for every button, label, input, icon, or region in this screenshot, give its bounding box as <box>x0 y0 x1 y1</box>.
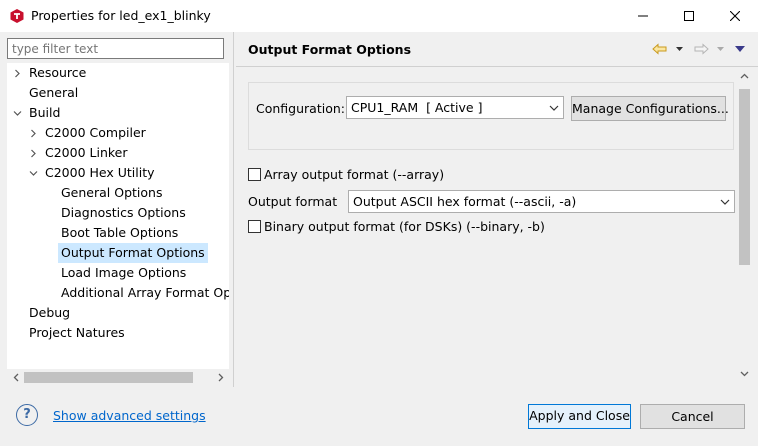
binary-output-label: Binary output format (for DSKs) (--binar… <box>264 219 545 234</box>
close-icon <box>730 11 740 21</box>
page-title: Output Format Options <box>248 42 412 57</box>
show-advanced-settings-link[interactable]: Show advanced settings <box>53 408 206 423</box>
tree-item-c2000-hex-utility[interactable]: C2000 Hex Utility <box>42 163 158 183</box>
chevron-right-icon[interactable] <box>27 123 39 143</box>
tree-item-debug[interactable]: Debug <box>26 303 73 323</box>
chevron-down-icon[interactable] <box>11 103 23 123</box>
tree-horizontal-scrollbar[interactable] <box>7 369 229 386</box>
output-format-select[interactable]: Output ASCII hex format (--ascii, -a) <box>348 190 735 213</box>
tree-item-output-format-options[interactable]: Output Format Options <box>58 243 208 263</box>
view-menu-icon[interactable] <box>735 41 745 57</box>
minimize-button[interactable] <box>620 0 666 32</box>
array-output-label: Array output format (--array) <box>264 167 445 182</box>
configuration-select[interactable]: CPU1_RAM [ Active ] <box>346 96 564 119</box>
tree-item-boot-table-options[interactable]: Boot Table Options <box>58 223 181 243</box>
scroll-down-icon[interactable] <box>736 365 753 382</box>
pane-divider[interactable] <box>233 32 234 387</box>
binary-output-option[interactable]: Binary output format (for DSKs) (--binar… <box>248 219 568 235</box>
title-bar: Properties for led_ex1_blinky <box>0 0 758 32</box>
forward-dropdown-icon[interactable] <box>717 41 724 57</box>
window-title: Properties for led_ex1_blinky <box>31 8 211 23</box>
chevron-down-icon <box>720 191 730 212</box>
array-output-checkbox[interactable] <box>248 168 261 181</box>
minimize-icon <box>638 15 648 17</box>
chevron-down-icon[interactable] <box>27 163 39 183</box>
back-dropdown-icon[interactable] <box>676 41 683 57</box>
maximize-button[interactable] <box>666 0 712 32</box>
forward-arrow-icon[interactable] <box>693 41 709 57</box>
maximize-icon <box>684 11 694 21</box>
manage-configurations-button[interactable]: Manage Configurations... <box>571 96 729 121</box>
property-tree: Resource General Build C2000 Compiler C2… <box>7 63 229 385</box>
array-output-option[interactable]: Array output format (--array) <box>248 167 448 183</box>
help-icon[interactable]: ? <box>16 404 38 426</box>
tree-item-resource[interactable]: Resource <box>26 63 89 83</box>
ti-chip-icon <box>10 9 24 23</box>
tree-item-general[interactable]: General <box>26 83 81 103</box>
output-format-label: Output format <box>248 194 338 209</box>
page-navigation <box>650 41 750 57</box>
tree-item-c2000-compiler[interactable]: C2000 Compiler <box>42 123 149 143</box>
configuration-label: Configuration: <box>256 101 345 116</box>
scroll-up-icon[interactable] <box>736 67 753 84</box>
tree-item-diagnostics-options[interactable]: Diagnostics Options <box>58 203 189 223</box>
tree-item-general-options[interactable]: General Options <box>58 183 165 203</box>
tree-item-project-natures[interactable]: Project Natures <box>26 323 128 343</box>
tree-item-build[interactable]: Build <box>26 103 63 123</box>
tree-item-c2000-linker[interactable]: C2000 Linker <box>42 143 131 163</box>
tree-item-load-image-options[interactable]: Load Image Options <box>58 263 189 283</box>
configuration-value: CPU1_RAM [ Active ] <box>351 100 483 115</box>
tree-item-additional-array-format[interactable]: Additional Array Format Opt <box>58 283 229 303</box>
chevron-down-icon <box>549 97 559 118</box>
chevron-right-icon[interactable] <box>27 143 39 163</box>
close-button[interactable] <box>712 0 758 32</box>
page-vertical-scrollbar[interactable] <box>736 67 753 384</box>
output-format-value: Output ASCII hex format (--ascii, -a) <box>353 194 577 209</box>
cancel-button[interactable]: Cancel <box>640 404 745 429</box>
apply-and-close-button[interactable]: Apply and Close <box>528 404 631 429</box>
scrollbar-thumb[interactable] <box>739 89 750 265</box>
filter-input[interactable] <box>7 38 224 59</box>
chevron-right-icon[interactable] <box>11 63 23 83</box>
scroll-right-icon[interactable] <box>212 369 229 386</box>
binary-output-checkbox[interactable] <box>248 220 261 233</box>
back-arrow-icon[interactable] <box>652 41 668 57</box>
header-divider <box>236 66 758 67</box>
scroll-left-icon[interactable] <box>7 369 24 386</box>
scrollbar-thumb[interactable] <box>24 372 193 383</box>
